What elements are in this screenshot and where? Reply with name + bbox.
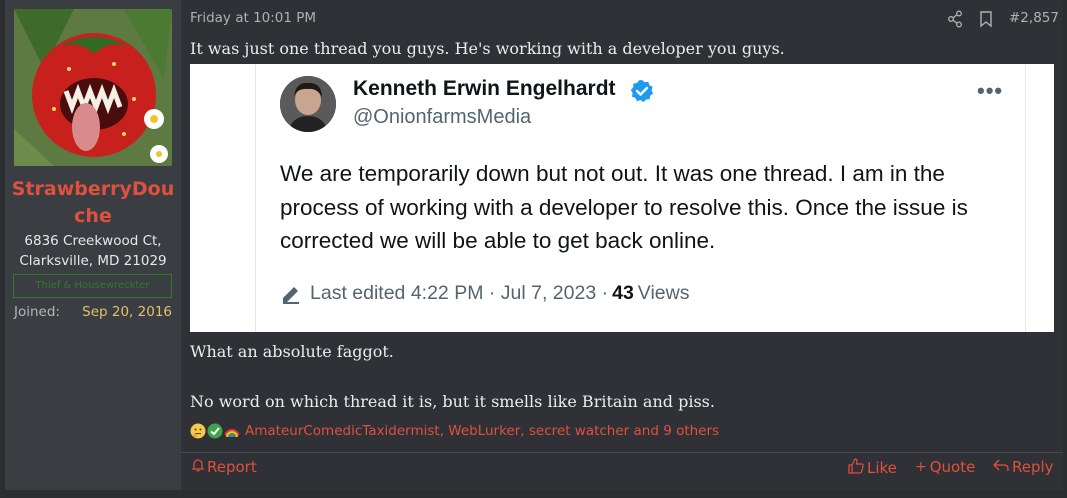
post-body: Friday at 10:01 PM #2,857 It was just on…	[181, 0, 1063, 490]
tweet-views-label: Views	[637, 282, 690, 304]
bell-icon	[191, 458, 205, 476]
tweet-handle: @OnionfarmsMedia	[353, 106, 532, 128]
tweet-views-count: 43	[612, 282, 634, 304]
username-line-1[interactable]: StrawberryDou	[5, 176, 181, 203]
user-location: 6836 Creekwood Ct, Clarksville, MD 21029	[5, 231, 181, 271]
plus-icon: +	[915, 459, 927, 475]
username-line-2[interactable]: che	[5, 203, 181, 230]
location-line-1: 6836 Creekwood Ct,	[24, 233, 162, 249]
joined-date: Sep 20, 2016	[82, 304, 172, 320]
quote-button[interactable]: + Quote	[915, 458, 975, 476]
share-icon[interactable]	[947, 10, 963, 28]
tweet-footer: Last edited 4:22 PM · Jul 7, 2023 · 43 V…	[280, 282, 689, 305]
avatar[interactable]	[14, 9, 172, 166]
user-title-badge: Thief & Housewreckter	[13, 274, 172, 298]
reply-label[interactable]: Reply	[1012, 458, 1054, 476]
tweet-edited-text: Last edited 4:22 PM · Jul 7, 2023 ·	[310, 282, 609, 304]
tweet-author-name: Kenneth Erwin Engelhardt	[353, 77, 616, 100]
bookmark-icon[interactable]	[979, 10, 993, 28]
reply-arrow-icon	[993, 458, 1009, 476]
rainbow-icon[interactable]	[224, 423, 240, 439]
more-options-icon: •••	[977, 78, 1004, 103]
tweet-text: We are temporarily down but not out. It …	[280, 161, 968, 253]
edit-pencil-icon	[283, 286, 299, 304]
username[interactable]: StrawberryDou che	[5, 176, 181, 230]
verified-badge-icon	[630, 80, 653, 102]
tweet-avatar	[280, 76, 336, 132]
reply-button[interactable]: Reply	[993, 458, 1054, 476]
post-text-line-1: It was just one thread you guys. He's wo…	[190, 39, 785, 58]
location-line-2: Clarksville, MD 21029	[19, 253, 167, 269]
reactions-users[interactable]: AmateurComedicTaxidermist, WebLurker, se…	[245, 423, 719, 439]
user-info-panel: StrawberryDou che 6836 Creekwood Ct, Cla…	[5, 0, 181, 490]
check-icon[interactable]	[207, 423, 223, 439]
post-container: StrawberryDou che 6836 Creekwood Ct, Cla…	[0, 0, 1067, 498]
like-button[interactable]: Like	[848, 458, 897, 478]
embedded-tweet-image[interactable]: Kenneth Erwin Engelhardt @OnionfarmsMedi…	[190, 64, 1054, 332]
post-date[interactable]: Friday at 10:01 PM	[190, 10, 316, 26]
thumbs-up-icon	[848, 458, 864, 478]
quote-label[interactable]: Quote	[930, 458, 976, 476]
post-text-line-2: What an absolute faggot.	[190, 342, 394, 361]
post-text-line-3: No word on which thread it is, but it sm…	[190, 392, 715, 411]
thinking-face-icon[interactable]	[190, 423, 206, 439]
tweet-card: Kenneth Erwin Engelhardt @OnionfarmsMedi…	[255, 64, 1026, 332]
report-label[interactable]: Report	[207, 458, 257, 476]
like-label[interactable]: Like	[867, 459, 897, 477]
post-number[interactable]: #2,857	[1009, 10, 1059, 26]
reactions-bar[interactable]: AmateurComedicTaxidermist, WebLurker, se…	[190, 423, 719, 439]
report-button[interactable]: Report	[191, 458, 257, 476]
post-footer-divider	[181, 452, 1063, 453]
joined-label: Joined:	[14, 304, 60, 320]
